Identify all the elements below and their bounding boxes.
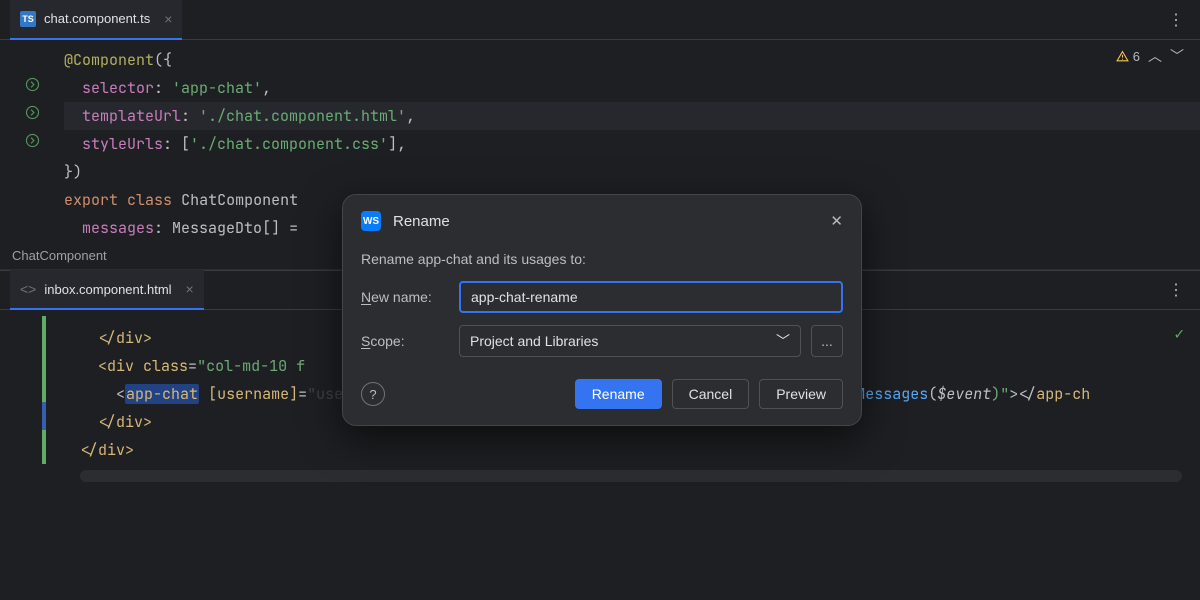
typescript-file-icon: TS [20,11,36,27]
close-icon[interactable]: × [164,11,172,27]
tab-filename: chat.component.ts [44,11,150,26]
cancel-button[interactable]: Cancel [672,379,750,409]
chevron-down-icon: ﹀ [776,331,790,351]
tab-options-icon[interactable]: ⋮ [1168,280,1184,300]
related-file-icon[interactable] [24,132,42,150]
top-tab-bar: TS chat.component.ts × ⋮ [0,0,1200,40]
dialog-instruction: Rename app-chat and its usages to: [361,251,843,267]
checkmark-icon[interactable]: ✓ [1174,320,1184,348]
related-file-icon[interactable] [24,76,42,94]
scope-more-button[interactable]: ... [811,325,843,357]
dialog-title: Rename [393,213,830,230]
webstorm-icon: WS [361,211,381,231]
horizontal-scrollbar[interactable] [80,470,1182,482]
tab-filename: inbox.component.html [44,282,171,297]
new-name-input[interactable] [459,281,843,313]
preview-button[interactable]: Preview [759,379,843,409]
breadcrumb-item[interactable]: ChatComponent [12,248,107,263]
new-name-label: New name: [361,289,449,305]
tab-options-icon[interactable]: ⋮ [1168,10,1184,30]
tab-chat-component-ts[interactable]: TS chat.component.ts × [10,0,182,40]
help-button[interactable]: ? [361,382,385,406]
related-file-icon[interactable] [24,104,42,122]
scope-label: Scope: [361,333,449,349]
html-file-icon: <> [20,281,36,297]
scope-select[interactable]: Project and Libraries ﹀ [459,325,801,357]
scope-value: Project and Libraries [470,333,598,349]
rename-dialog: WS Rename ✕ Rename app-chat and its usag… [342,194,862,426]
close-icon[interactable]: × [186,281,194,297]
tab-inbox-component-html[interactable]: <> inbox.component.html × [10,270,204,310]
editor-gutter [0,40,56,242]
modification-marker [42,316,46,476]
rename-button[interactable]: Rename [575,379,662,409]
close-icon[interactable]: ✕ [830,212,843,230]
